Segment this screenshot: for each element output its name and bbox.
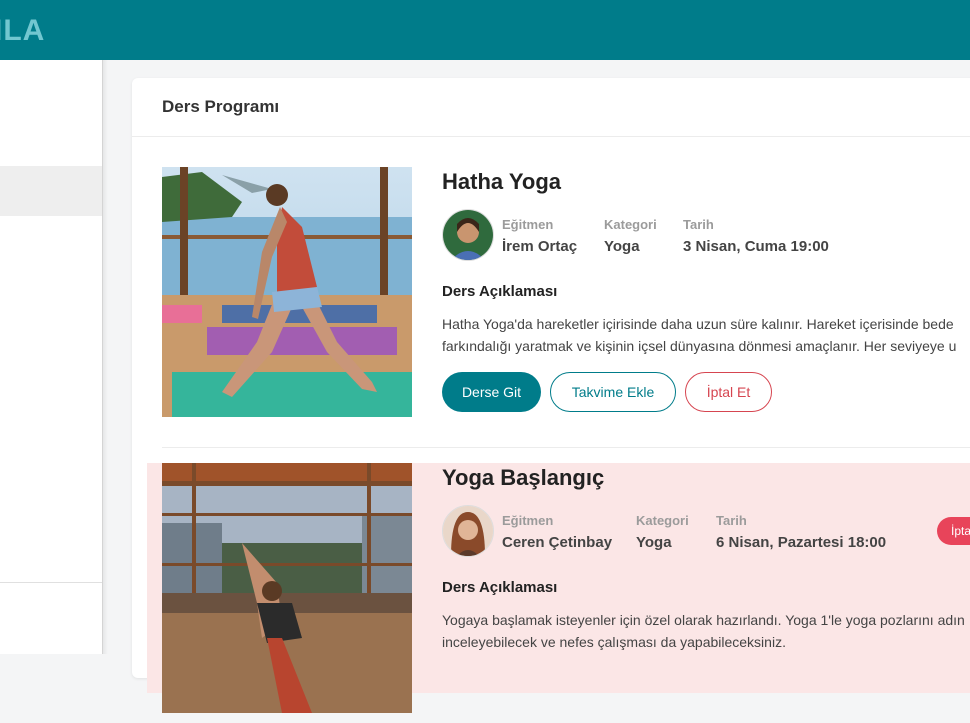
lesson-description: Yogaya başlamak isteyenler için özel ola… <box>442 612 965 650</box>
lesson-photo-image <box>162 463 412 713</box>
join-lesson-button[interactable]: Derse Git <box>442 372 541 412</box>
sidebar-item-active[interactable] <box>0 166 102 216</box>
date-info: Tarih 3 Nisan, Cuma 19:00 <box>683 217 829 255</box>
lesson-title: Yoga Başlangıç <box>442 465 605 490</box>
add-to-calendar-button[interactable]: Takvime Ekle <box>550 372 676 412</box>
cancelled-status-badge: İptal Edild <box>937 517 970 545</box>
lesson-photo <box>162 167 412 417</box>
instructor-label: Eğitmen <box>502 217 554 232</box>
instructor-avatar <box>442 209 494 261</box>
instructor-avatar-image <box>443 506 493 556</box>
instructor-info: Eğitmen Ceren Çetinbay <box>502 513 612 551</box>
description-title: Ders Açıklaması <box>442 283 558 300</box>
instructor-label: Eğitmen <box>502 513 554 528</box>
cancel-lesson-button[interactable]: İptal Et <box>685 372 772 412</box>
lesson-title: Hatha Yoga <box>442 169 561 194</box>
category-value: Yoga <box>604 238 640 255</box>
description-title: Ders Açıklaması <box>442 579 558 596</box>
instructor-info: Eğitmen İrem Ortaç <box>502 217 577 255</box>
lesson-photo <box>162 463 412 713</box>
brand-logo[interactable]: ILA <box>0 14 45 48</box>
date-label: Tarih <box>683 217 714 232</box>
instructor-name: İrem Ortaç <box>502 238 578 255</box>
sidebar <box>0 60 103 654</box>
category-info: Kategori Yoga <box>636 513 689 551</box>
lesson-item: Yoga Başlangıç Eğitmen Ceren Çetinbay Ka… <box>162 463 970 723</box>
instructor-avatar <box>442 505 494 557</box>
lesson-item: Hatha Yoga Eğitmen İrem Ortaç Kategori Y… <box>162 167 970 417</box>
lesson-description: Hatha Yoga'da hareketler içirisinde daha… <box>442 316 957 354</box>
top-bar: ILA <box>0 0 970 60</box>
date-label: Tarih <box>716 513 747 528</box>
page-title: Ders Programı <box>132 78 970 137</box>
category-label: Kategori <box>636 513 689 528</box>
instructor-avatar-image <box>443 210 493 260</box>
date-info: Tarih 6 Nisan, Pazartesi 18:00 <box>716 513 886 551</box>
category-label: Kategori <box>604 217 657 232</box>
date-value: 6 Nisan, Pazartesi 18:00 <box>716 534 887 551</box>
sidebar-divider <box>0 582 102 583</box>
lesson-separator <box>162 447 970 448</box>
date-value: 3 Nisan, Cuma 19:00 <box>683 238 829 255</box>
instructor-name: Ceren Çetinbay <box>502 534 613 551</box>
sidebar-shadow <box>102 60 108 654</box>
lesson-photo-image <box>162 167 412 417</box>
category-value: Yoga <box>636 534 672 551</box>
schedule-card: Ders Programı Hatha Yoga Eğitmen İrem Or… <box>132 78 970 713</box>
category-info: Kategori Yoga <box>604 217 657 255</box>
